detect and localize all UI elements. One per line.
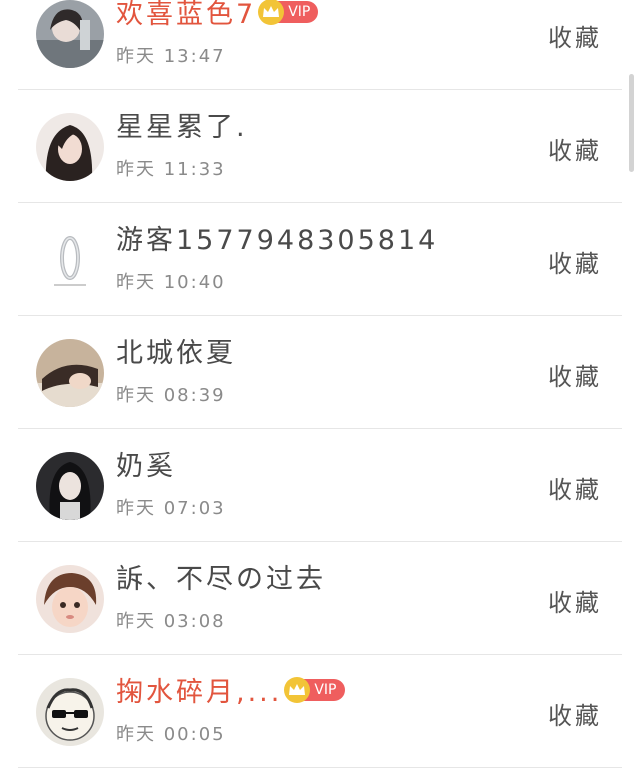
list-item[interactable]: 奶奚 昨天 07:03 收藏 xyxy=(0,432,640,542)
name-line: 掬水碎月,... VIP xyxy=(116,670,345,709)
list-item[interactable]: 欢喜蓝色7 VIP 昨天 13:47 收藏 xyxy=(0,0,640,90)
favorite-button[interactable]: 收藏 xyxy=(548,18,602,53)
avatar[interactable] xyxy=(36,452,104,520)
timestamp: 昨天 13:47 xyxy=(116,46,226,67)
favorite-button[interactable]: 收藏 xyxy=(548,696,602,731)
timestamp: 昨天 07:03 xyxy=(116,498,226,519)
favorite-button[interactable]: 收藏 xyxy=(548,131,602,166)
name-line: 星星累了. xyxy=(116,105,248,144)
favorites-list: 欢喜蓝色7 VIP 昨天 13:47 收藏 星星累了. 昨天 11:33 收藏 … xyxy=(0,0,640,770)
favorite-button[interactable]: 收藏 xyxy=(548,583,602,618)
user-name[interactable]: 訴、不尽の过去 xyxy=(116,557,326,596)
list-item[interactable]: 北城依夏 昨天 08:39 收藏 xyxy=(0,319,640,429)
list-item[interactable]: 訴、不尽の过去 昨天 03:08 收藏 xyxy=(0,545,640,655)
divider xyxy=(18,541,622,542)
timestamp: 昨天 11:33 xyxy=(116,159,226,180)
crown-icon xyxy=(284,676,311,703)
user-name[interactable]: 北城依夏 xyxy=(116,331,236,370)
crown-icon xyxy=(258,0,285,25)
divider xyxy=(18,202,622,203)
favorite-button[interactable]: 收藏 xyxy=(548,357,602,392)
avatar[interactable] xyxy=(36,678,104,746)
name-line: 北城依夏 xyxy=(116,331,236,370)
timestamp: 昨天 08:39 xyxy=(116,385,226,406)
list-item[interactable]: 游客1577948305814 昨天 10:40 收藏 xyxy=(0,206,640,316)
name-line: 游客1577948305814 xyxy=(116,218,438,257)
timestamp: 昨天 00:05 xyxy=(116,724,226,745)
avatar[interactable] xyxy=(36,339,104,407)
user-name[interactable]: 奶奚 xyxy=(116,444,176,483)
list-item[interactable]: 星星累了. 昨天 11:33 收藏 xyxy=(0,93,640,203)
vip-badge: VIP xyxy=(258,0,319,25)
scrollbar[interactable] xyxy=(629,74,634,172)
name-line: 奶奚 xyxy=(116,444,176,483)
user-name[interactable]: 掬水碎月,... xyxy=(116,670,282,709)
divider xyxy=(18,428,622,429)
timestamp: 昨天 03:08 xyxy=(116,611,226,632)
divider xyxy=(18,654,622,655)
user-name[interactable]: 星星累了. xyxy=(116,105,248,144)
user-name[interactable]: 游客1577948305814 xyxy=(116,218,438,257)
avatar[interactable] xyxy=(36,226,104,294)
user-name[interactable]: 欢喜蓝色7 xyxy=(116,0,256,31)
list-item[interactable]: 掬水碎月,... VIP 昨天 00:05 收藏 xyxy=(0,658,640,768)
divider xyxy=(18,767,622,768)
avatar[interactable] xyxy=(36,565,104,633)
timestamp: 昨天 10:40 xyxy=(116,272,226,293)
favorite-button[interactable]: 收藏 xyxy=(548,470,602,505)
avatar[interactable] xyxy=(36,0,104,68)
name-line: 欢喜蓝色7 VIP xyxy=(116,0,319,31)
name-line: 訴、不尽の过去 xyxy=(116,557,326,596)
divider xyxy=(18,89,622,90)
vip-badge: VIP xyxy=(284,676,345,703)
divider xyxy=(18,315,622,316)
favorite-button[interactable]: 收藏 xyxy=(548,244,602,279)
avatar[interactable] xyxy=(36,113,104,181)
